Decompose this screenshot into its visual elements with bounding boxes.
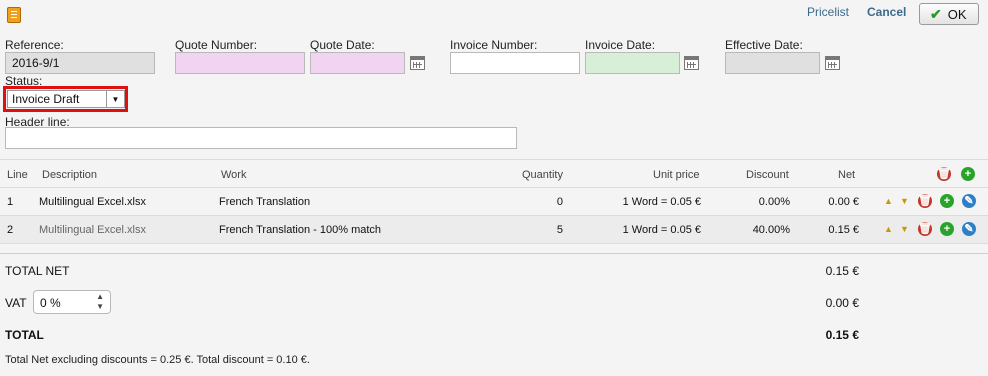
col-net: Net xyxy=(838,169,856,181)
total-net-value: 0.15 € xyxy=(825,264,859,278)
row-quantity: 0 xyxy=(556,196,563,208)
row-work: French Translation - 100% match xyxy=(219,224,382,236)
effective-date-field[interactable] xyxy=(725,52,820,74)
invoice-date-calendar-icon[interactable] xyxy=(684,56,699,70)
header-line-field[interactable] xyxy=(5,127,517,149)
cancel-link[interactable]: Cancel xyxy=(867,5,906,19)
table-top-divider xyxy=(0,159,988,160)
checkmark-icon: ✔ xyxy=(930,5,942,22)
insert-row-icon[interactable]: + xyxy=(940,194,954,208)
row-net: 0.00 € xyxy=(828,196,859,208)
chevron-down-icon: ▼ xyxy=(106,91,124,107)
quote-number-label: Quote Number: xyxy=(175,38,258,52)
vat-stepper[interactable]: 0 % ▲ ▼ xyxy=(33,290,111,314)
row-discount: 0.00% xyxy=(758,196,790,208)
ok-button[interactable]: ✔ OK xyxy=(919,3,979,25)
move-down-icon[interactable]: ▼ xyxy=(900,196,909,206)
quote-date-field[interactable] xyxy=(310,52,405,74)
move-up-icon[interactable]: ▲ xyxy=(884,196,893,206)
row-unit-price: 1 Word = 0.05 € xyxy=(622,224,701,236)
insert-row-icon[interactable]: + xyxy=(940,222,954,236)
invoice-date-field[interactable] xyxy=(585,52,680,74)
col-work: Work xyxy=(221,169,247,181)
delete-row-icon[interactable]: 🗑 xyxy=(918,194,932,208)
row-unit-price: 1 Word = 0.05 € xyxy=(622,196,701,208)
row-line: 1 xyxy=(7,196,14,208)
totals-note: Total Net excluding discounts = 0.25 €. … xyxy=(5,354,310,366)
row-divider xyxy=(0,243,988,244)
table-row: 2 Multilingual Excel.xlsx French Transla… xyxy=(0,216,988,243)
edit-row-icon[interactable]: ✎ xyxy=(962,194,976,208)
row-work: French Translation xyxy=(219,196,311,208)
reference-label: Reference: xyxy=(5,38,64,52)
col-discount: Discount xyxy=(746,169,789,181)
stepper-up-icon[interactable]: ▲ xyxy=(96,292,104,301)
totals-divider xyxy=(0,253,988,254)
total-value: 0.15 € xyxy=(825,328,859,342)
row-net: 0.15 € xyxy=(828,224,859,236)
table-row: 1 Multilingual Excel.xlsx French Transla… xyxy=(0,188,988,215)
invoice-number-field[interactable] xyxy=(450,52,580,74)
total-net-label: TOTAL NET xyxy=(5,264,70,278)
col-quantity: Quantity xyxy=(522,169,563,181)
move-down-icon[interactable]: ▼ xyxy=(900,224,909,234)
vat-stepper-value: 0 % xyxy=(40,296,61,310)
invoice-date-label: Invoice Date: xyxy=(585,38,656,52)
col-unit-price: Unit price xyxy=(653,169,700,181)
add-line-icon[interactable]: + xyxy=(961,167,975,181)
quote-date-calendar-icon[interactable] xyxy=(410,56,425,70)
vat-amount: 0.00 € xyxy=(825,296,859,310)
quote-number-field[interactable] xyxy=(175,52,305,74)
row-quantity: 5 xyxy=(556,224,563,236)
effective-date-calendar-icon[interactable] xyxy=(825,56,840,70)
quote-date-label: Quote Date: xyxy=(310,38,375,52)
vat-label: VAT xyxy=(5,296,27,310)
row-description: Multilingual Excel.xlsx xyxy=(39,196,146,208)
move-up-icon[interactable]: ▲ xyxy=(884,224,893,234)
app-icon xyxy=(7,7,21,23)
invoice-number-label: Invoice Number: xyxy=(450,38,538,52)
total-label: TOTAL xyxy=(5,328,44,342)
delete-row-icon[interactable]: 🗑 xyxy=(918,222,932,236)
col-line: Line xyxy=(7,169,28,181)
effective-date-label: Effective Date: xyxy=(725,38,803,52)
edit-row-icon[interactable]: ✎ xyxy=(962,222,976,236)
row-discount: 40.00% xyxy=(752,224,790,236)
pricelist-link[interactable]: Pricelist xyxy=(807,5,849,19)
delete-all-icon[interactable]: 🗑 xyxy=(937,167,951,181)
status-select-value: Invoice Draft xyxy=(12,92,80,106)
stepper-down-icon[interactable]: ▼ xyxy=(96,302,104,311)
status-select[interactable]: Invoice Draft ▼ xyxy=(7,90,125,108)
reference-field[interactable]: 2016-9/1 xyxy=(5,52,155,74)
ok-button-label: OK xyxy=(947,6,967,22)
row-line: 2 xyxy=(7,224,14,236)
row-description: Multilingual Excel.xlsx xyxy=(39,224,146,236)
col-description: Description xyxy=(42,169,98,181)
